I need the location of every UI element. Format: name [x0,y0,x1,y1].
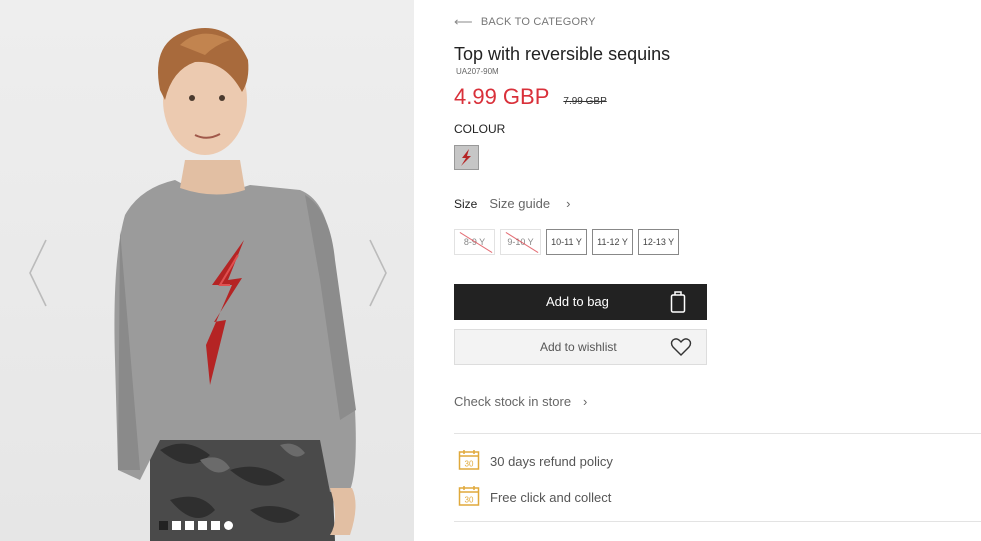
gallery-dot[interactable] [172,521,181,530]
check-stock-link[interactable]: Check stock in store › [454,394,587,409]
product-gallery [0,0,414,541]
chevron-right-icon[interactable]: › [566,196,570,211]
size-option[interactable]: 12-13 Y [638,229,679,255]
size-option[interactable]: 11-12 Y [592,229,633,255]
perk-label: Free click and collect [490,490,612,505]
gallery-pagination [159,521,233,530]
divider [454,521,981,522]
size-label: Size [454,196,478,211]
colour-swatch-image [455,146,478,169]
size-options: 8-9 Y 9-10 Y 10-11 Y 11-12 Y 12-13 Y [454,229,679,255]
gallery-prev-arrow-icon[interactable] [26,238,50,308]
product-title: Top with reversible sequins [454,44,671,64]
old-price: 7.99 GBP [563,96,607,107]
size-option[interactable]: 10-11 Y [546,229,587,255]
add-to-wishlist-label: Add to wishlist [540,340,617,354]
calendar-icon: 30 [458,449,480,474]
perk-refund: 30 30 days refund policy [458,449,613,474]
back-to-category-link[interactable]: ⟵ BACK TO CATEGORY [454,14,596,30]
size-row: Size Size guide › [454,196,570,211]
svg-text:30: 30 [465,496,474,505]
product-photo [114,28,356,541]
chevron-right-icon: › [583,394,588,409]
heart-icon [670,337,692,360]
back-label: BACK TO CATEGORY [480,16,596,28]
check-stock-label: Check stock in store [454,394,572,409]
size-option[interactable]: 8-9 Y [454,229,495,255]
gallery-dot[interactable] [159,521,168,530]
svg-text:30: 30 [465,460,474,469]
size-option[interactable]: 9-10 Y [500,229,541,255]
product-sku: UA207-90M [456,67,499,76]
add-to-bag-button[interactable]: Add to bag [454,284,707,320]
divider [454,433,981,434]
gallery-dot[interactable] [224,521,233,530]
size-guide-link[interactable]: Size guide [489,196,550,211]
gallery-dot[interactable] [198,521,207,530]
perk-collect: 30 Free click and collect [458,485,611,510]
colour-swatch[interactable] [454,145,479,170]
price-row: 4.99 GBP 7.99 GBP [454,84,607,110]
product-details: ⟵ BACK TO CATEGORY Top with reversible s… [454,0,981,541]
arrow-left-icon: ⟵ [454,14,473,29]
gallery-dot[interactable] [211,521,220,530]
add-to-wishlist-button[interactable]: Add to wishlist [454,329,707,365]
colour-label: COLOUR [454,122,506,136]
calendar-icon: 30 [458,485,480,510]
gallery-dot[interactable] [185,521,194,530]
gallery-next-arrow-icon[interactable] [366,238,390,308]
perk-label: 30 days refund policy [490,454,613,469]
add-to-bag-label: Add to bag [546,294,609,309]
current-price: 4.99 GBP [454,84,550,109]
shopping-bag-icon [670,290,686,317]
